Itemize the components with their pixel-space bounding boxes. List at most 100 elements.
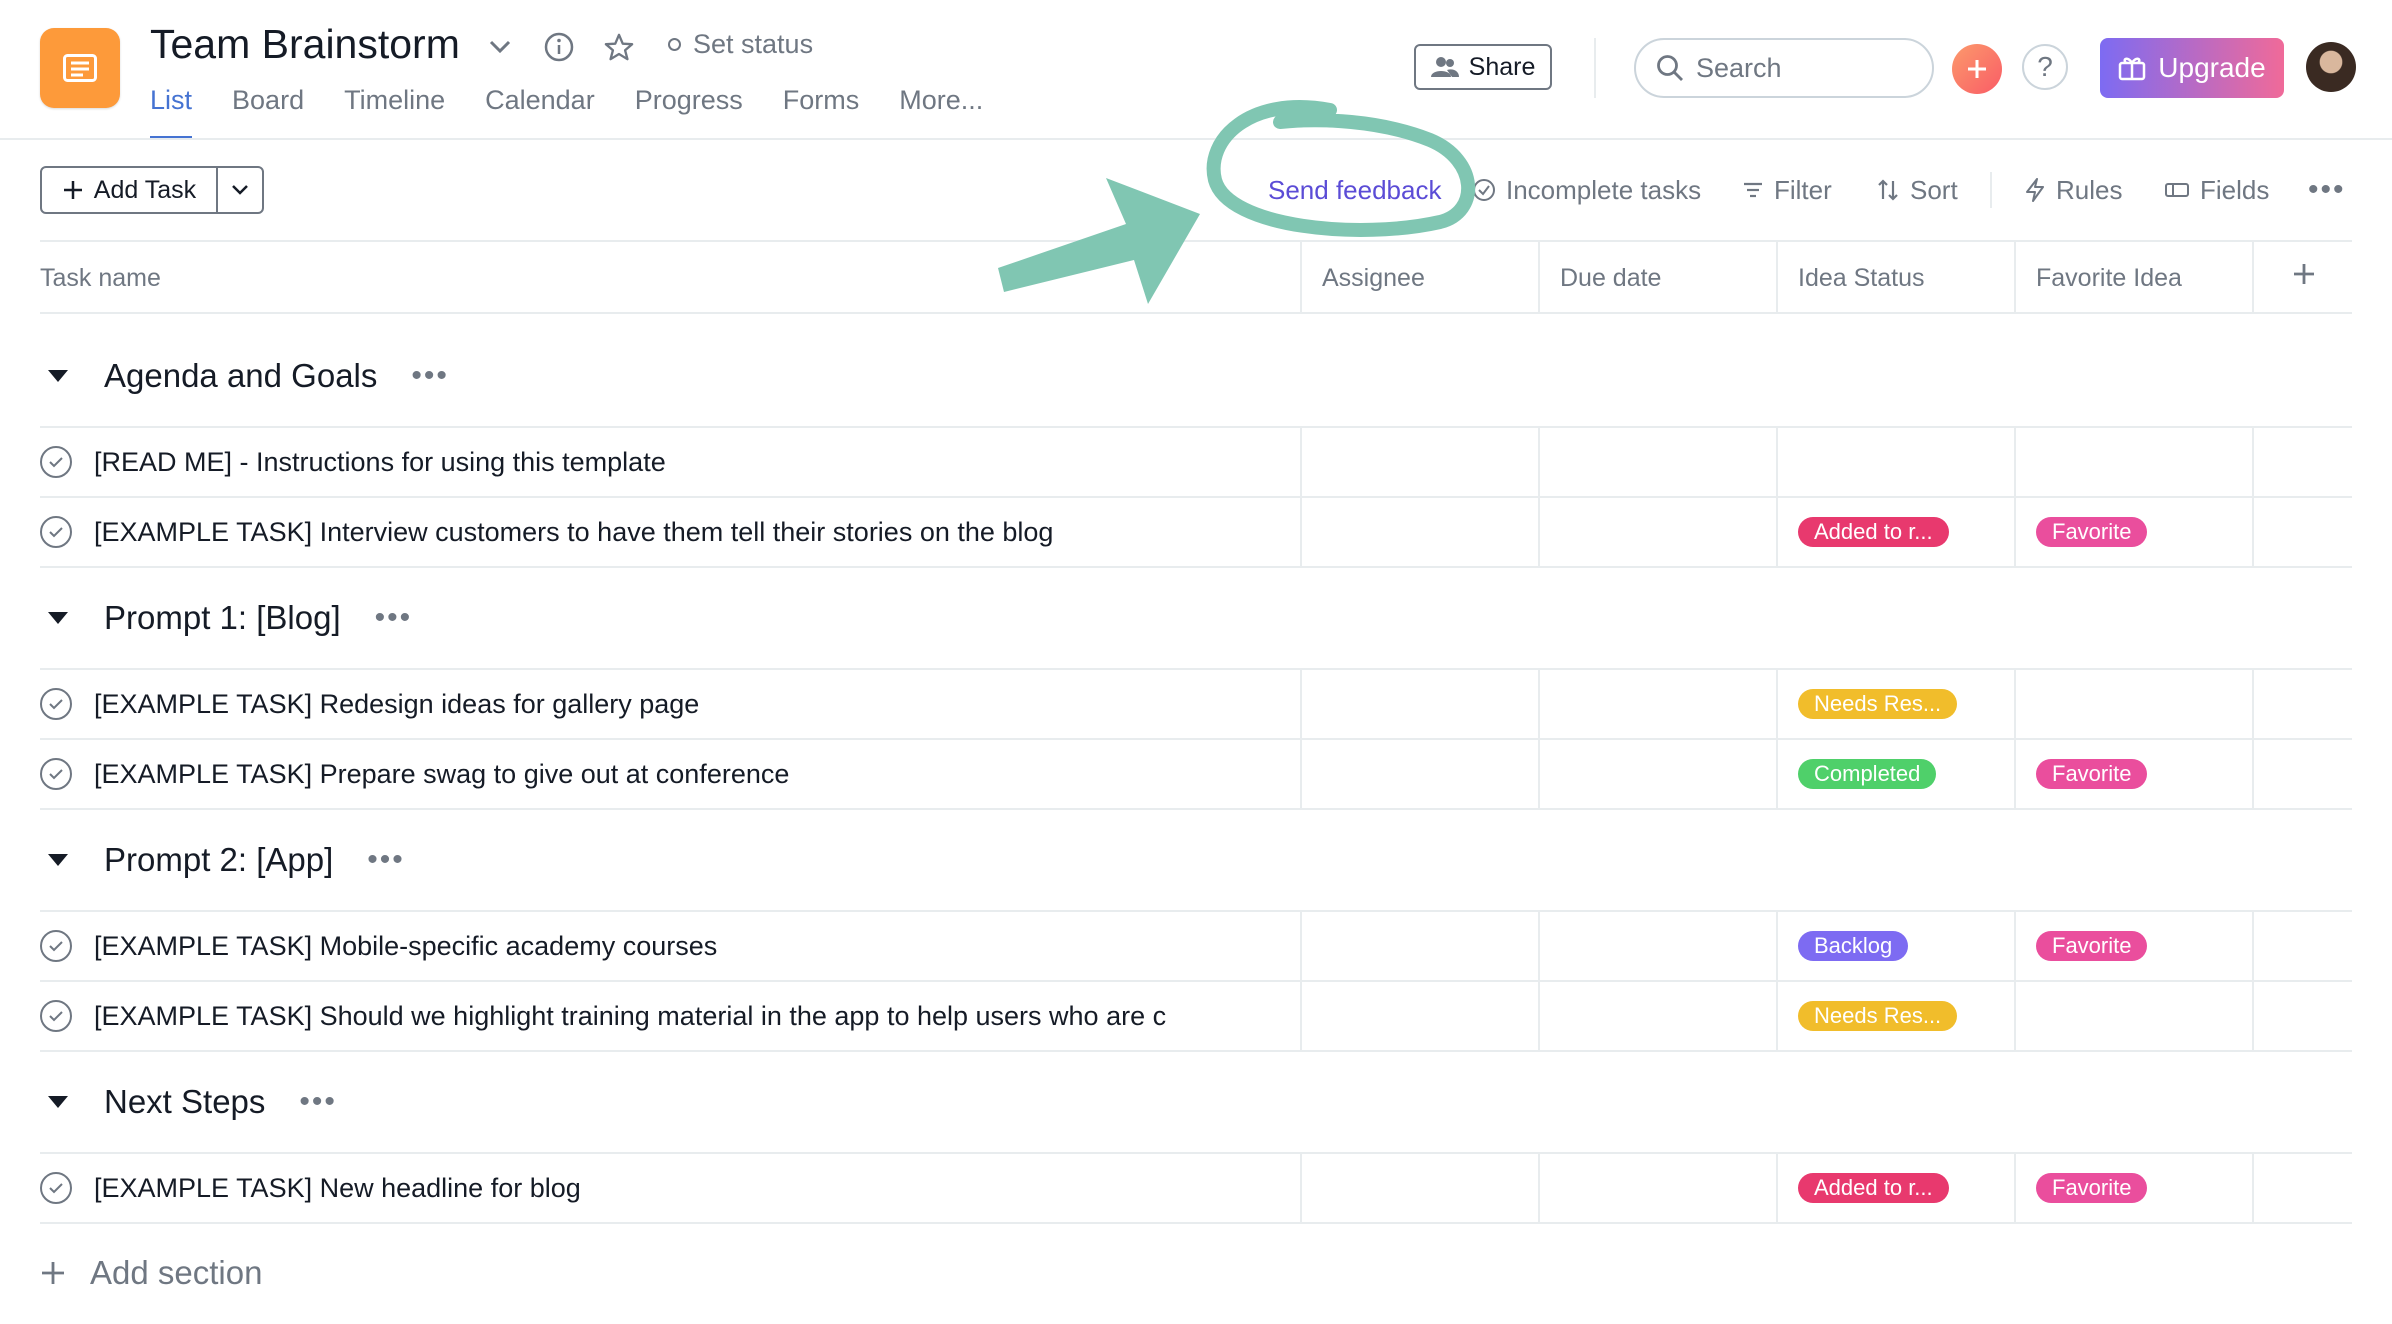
table-row[interactable]: [READ ME] - Instructions for using this … — [40, 428, 666, 496]
tab-forms[interactable]: Forms — [783, 80, 860, 120]
help-button[interactable]: ? — [2022, 44, 2068, 90]
tab-more[interactable]: More... — [899, 80, 983, 120]
column-due-date[interactable]: Due date — [1560, 258, 1661, 298]
complete-check-icon[interactable] — [40, 516, 72, 548]
share-button[interactable]: Share — [1414, 44, 1552, 90]
caret-down-icon[interactable] — [48, 612, 68, 624]
status-badge[interactable]: Completed — [1798, 759, 1937, 789]
column-task-name[interactable]: Task name — [40, 258, 161, 298]
sort-button[interactable]: Sort — [1876, 170, 1958, 210]
tab-timeline[interactable]: Timeline — [344, 80, 445, 120]
tab-progress[interactable]: Progress — [635, 80, 743, 120]
complete-check-icon[interactable] — [40, 758, 72, 790]
upgrade-button[interactable]: Upgrade — [2100, 38, 2284, 98]
fields-button[interactable]: Fields — [2164, 170, 2269, 210]
status-badge[interactable]: Backlog — [1798, 931, 1909, 961]
sort-label: Sort — [1910, 174, 1958, 205]
tab-list[interactable]: List — [150, 80, 193, 139]
more-options-icon[interactable]: ••• — [375, 603, 413, 633]
add-task-button[interactable]: Add Task — [42, 168, 218, 212]
caret-down-icon[interactable] — [48, 1096, 68, 1108]
table-row[interactable]: [EXAMPLE TASK] Mobile-specific academy c… — [40, 912, 717, 980]
complete-check-icon[interactable] — [40, 446, 72, 478]
send-feedback-link[interactable]: Send feedback — [1268, 170, 1441, 210]
task-name[interactable]: [EXAMPLE TASK] Should we highlight train… — [94, 1001, 1166, 1032]
section-title[interactable]: Next Steps — [104, 1083, 265, 1121]
table-row[interactable]: [EXAMPLE TASK] Should we highlight train… — [40, 982, 1166, 1050]
task-name[interactable]: [EXAMPLE TASK] Prepare swag to give out … — [94, 759, 789, 790]
status-badge[interactable]: Added to r... — [1798, 517, 1949, 547]
add-column-button[interactable] — [2292, 262, 2316, 291]
column-favorite-idea[interactable]: Favorite Idea — [2036, 258, 2182, 298]
rules-button[interactable]: Rules — [2024, 170, 2122, 210]
incomplete-tasks-label: Incomplete tasks — [1506, 174, 1702, 205]
fields-label: Fields — [2200, 174, 2270, 205]
col-divider — [2014, 1152, 2016, 1224]
more-options-icon[interactable]: ••• — [299, 1087, 337, 1117]
caret-down-icon[interactable] — [48, 370, 68, 382]
section-header[interactable]: Agenda and Goals ••• — [40, 346, 449, 406]
col-divider — [1300, 240, 1302, 312]
tab-calendar[interactable]: Calendar — [485, 80, 595, 120]
status-badge[interactable]: Needs Res... — [1798, 1001, 1958, 1031]
filter-icon — [1744, 182, 1762, 198]
task-name[interactable]: [READ ME] - Instructions for using this … — [94, 447, 666, 478]
section-header[interactable]: Next Steps ••• — [40, 1072, 337, 1132]
add-task-dropdown[interactable] — [218, 168, 262, 212]
incomplete-tasks-button[interactable]: Incomplete tasks — [1472, 170, 1701, 210]
col-divider — [1300, 668, 1302, 810]
lightning-icon — [2026, 178, 2044, 202]
task-name[interactable]: [EXAMPLE TASK] Mobile-specific academy c… — [94, 931, 717, 962]
col-divider — [2252, 1152, 2254, 1224]
avatar[interactable] — [2306, 42, 2356, 92]
section-title[interactable]: Agenda and Goals — [104, 357, 377, 395]
col-divider — [2252, 668, 2254, 810]
table-row[interactable]: [EXAMPLE TASK] Redesign ideas for galler… — [40, 670, 699, 738]
task-name[interactable]: [EXAMPLE TASK] New headline for blog — [94, 1173, 581, 1204]
col-divider — [2252, 426, 2254, 568]
col-divider — [2014, 910, 2016, 1052]
tab-board[interactable]: Board — [232, 80, 304, 120]
caret-down-icon[interactable] — [48, 854, 68, 866]
status-badge[interactable]: Needs Res... — [1798, 689, 1958, 719]
col-divider — [1538, 668, 1540, 810]
favorite-badge[interactable]: Favorite — [2036, 1173, 2148, 1203]
project-icon[interactable] — [40, 28, 120, 108]
set-status-button[interactable]: Set status — [668, 24, 813, 64]
filter-button[interactable]: Filter — [1742, 170, 1832, 210]
favorite-badge[interactable]: Favorite — [2036, 517, 2148, 547]
more-options-icon[interactable]: ••• — [367, 845, 405, 875]
complete-check-icon[interactable] — [40, 1000, 72, 1032]
table-row[interactable]: [EXAMPLE TASK] New headline for blog — [40, 1154, 581, 1222]
col-divider — [1538, 240, 1540, 312]
col-divider — [1776, 426, 1778, 568]
column-idea-status[interactable]: Idea Status — [1798, 258, 1924, 298]
search-input[interactable]: Search — [1634, 38, 1934, 98]
section-title[interactable]: Prompt 2: [App] — [104, 841, 333, 879]
section-title[interactable]: Prompt 1: [Blog] — [104, 599, 341, 637]
add-section-button[interactable]: Add section — [40, 1248, 262, 1298]
column-assignee[interactable]: Assignee — [1322, 258, 1425, 298]
more-options-icon[interactable]: ••• — [411, 361, 449, 391]
section-header[interactable]: Prompt 2: [App] ••• — [40, 830, 405, 890]
star-icon[interactable] — [604, 32, 634, 62]
project-title[interactable]: Team Brainstorm — [150, 14, 460, 74]
info-icon[interactable] — [544, 32, 574, 62]
complete-check-icon[interactable] — [40, 688, 72, 720]
chevron-down-icon[interactable] — [485, 32, 515, 62]
favorite-badge[interactable]: Favorite — [2036, 931, 2148, 961]
favorite-badge[interactable]: Favorite — [2036, 759, 2148, 789]
more-options-icon[interactable]: ••• — [2308, 170, 2346, 210]
plus-icon — [2294, 264, 2314, 284]
people-icon — [1430, 57, 1459, 77]
task-name[interactable]: [EXAMPLE TASK] Redesign ideas for galler… — [94, 689, 699, 720]
task-name[interactable]: [EXAMPLE TASK] Interview customers to ha… — [94, 517, 1053, 548]
quick-add-button[interactable] — [1952, 44, 2002, 94]
status-badge[interactable]: Added to r... — [1798, 1173, 1949, 1203]
plus-icon — [63, 181, 82, 199]
complete-check-icon[interactable] — [40, 1172, 72, 1204]
complete-check-icon[interactable] — [40, 930, 72, 962]
table-row[interactable]: [EXAMPLE TASK] Prepare swag to give out … — [40, 740, 789, 808]
section-header[interactable]: Prompt 1: [Blog] ••• — [40, 588, 412, 648]
table-row[interactable]: [EXAMPLE TASK] Interview customers to ha… — [40, 498, 1053, 566]
